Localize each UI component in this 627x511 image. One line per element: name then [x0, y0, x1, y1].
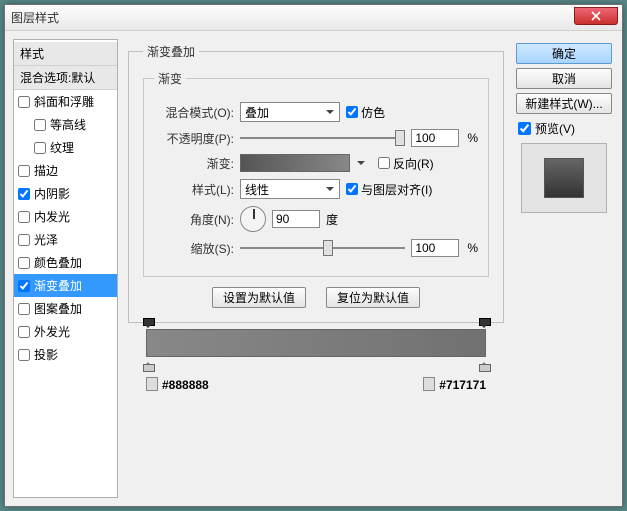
gradient-bar[interactable]	[146, 329, 486, 357]
new-style-button[interactable]: 新建样式(W)...	[516, 93, 612, 114]
sidebar-item-3[interactable]: 描边	[14, 159, 117, 182]
gradient-sub: 渐变	[154, 70, 186, 87]
sidebar-item-label: 外发光	[34, 323, 70, 340]
sidebar-item-4[interactable]: 内阴影	[14, 182, 117, 205]
scale-slider[interactable]	[240, 239, 405, 257]
panel-title: 渐变叠加	[143, 43, 199, 60]
actions-panel: 确定 取消 新建样式(W)... 预览(V)	[514, 39, 614, 498]
sidebar-item-label: 内阴影	[34, 185, 70, 202]
gradient-group: 渐变 混合模式(O): 叠加 仿色 不透明度(P): 100 % 渐变:	[143, 70, 489, 277]
options-panel: 渐变叠加 渐变 混合模式(O): 叠加 仿色 不透明度(P): 100 %	[118, 39, 514, 498]
sidebar-item-label: 渐变叠加	[34, 277, 82, 294]
preview-checkbox[interactable]: 预览(V)	[518, 120, 610, 137]
sidebar-item-label: 图案叠加	[34, 300, 82, 317]
blend-options-default[interactable]: 混合选项:默认	[14, 66, 117, 90]
scale-label: 缩放(S):	[154, 240, 234, 257]
opacity-stop-left[interactable]	[143, 318, 153, 328]
gradient-overlay-group: 渐变叠加 渐变 混合模式(O): 叠加 仿色 不透明度(P): 100 %	[128, 43, 504, 323]
align-checkbox[interactable]: 与图层对齐(I)	[346, 181, 432, 198]
sidebar-item-8[interactable]: 渐变叠加	[14, 274, 117, 297]
sidebar-item-2[interactable]: 纹理	[14, 136, 117, 159]
sidebar-item-label: 投影	[34, 346, 58, 363]
sidebar-item-11[interactable]: 投影	[14, 343, 117, 366]
style-select[interactable]: 线性	[240, 179, 340, 199]
sidebar-item-label: 等高线	[50, 116, 86, 133]
style-label: 样式(L):	[154, 181, 234, 198]
sidebar-item-label: 描边	[34, 162, 58, 179]
style-list: 样式 混合选项:默认 斜面和浮雕等高线纹理描边内阴影内发光光泽颜色叠加渐变叠加图…	[13, 39, 118, 498]
opacity-label: 不透明度(P):	[154, 130, 234, 147]
sidebar-item-0[interactable]: 斜面和浮雕	[14, 90, 117, 113]
preview-swatch	[544, 158, 584, 198]
cancel-button[interactable]: 取消	[516, 68, 612, 89]
angle-value[interactable]: 90	[272, 210, 320, 228]
opacity-slider[interactable]	[240, 129, 405, 147]
gradient-label: 渐变:	[154, 155, 234, 172]
blend-mode-label: 混合模式(O):	[154, 104, 234, 121]
layer-style-dialog: 图层样式 样式 混合选项:默认 斜面和浮雕等高线纹理描边内阴影内发光光泽颜色叠加…	[4, 4, 623, 507]
opacity-stop-right[interactable]	[479, 318, 489, 328]
style-list-header: 样式	[14, 42, 117, 66]
color-stop-right[interactable]	[479, 358, 489, 370]
preview-box	[521, 143, 607, 213]
reset-default-button[interactable]: 复位为默认值	[326, 287, 420, 308]
sidebar-item-1[interactable]: 等高线	[14, 113, 117, 136]
close-button[interactable]	[574, 7, 618, 25]
hex-right: #717171	[423, 377, 486, 392]
sidebar-item-5[interactable]: 内发光	[14, 205, 117, 228]
sidebar-item-9[interactable]: 图案叠加	[14, 297, 117, 320]
angle-label: 角度(N):	[154, 211, 234, 228]
sidebar-item-label: 纹理	[50, 139, 74, 156]
sidebar-item-6[interactable]: 光泽	[14, 228, 117, 251]
sidebar-item-10[interactable]: 外发光	[14, 320, 117, 343]
gradient-picker[interactable]	[240, 154, 350, 172]
hex-left: #888888	[146, 377, 209, 392]
sidebar-item-label: 斜面和浮雕	[34, 93, 94, 110]
sidebar-item-label: 光泽	[34, 231, 58, 248]
blend-mode-select[interactable]: 叠加	[240, 102, 340, 122]
dither-checkbox[interactable]: 仿色	[346, 104, 385, 121]
color-stop-left[interactable]	[143, 358, 153, 370]
angle-dial[interactable]	[240, 206, 266, 232]
scale-value[interactable]: 100	[411, 239, 459, 257]
dialog-title: 图层样式	[11, 9, 59, 26]
titlebar: 图层样式	[5, 5, 622, 31]
sidebar-item-label: 颜色叠加	[34, 254, 82, 271]
reverse-checkbox[interactable]: 反向(R)	[378, 155, 434, 172]
make-default-button[interactable]: 设置为默认值	[212, 287, 306, 308]
opacity-value[interactable]: 100	[411, 129, 459, 147]
gradient-editor: #888888 #717171	[146, 329, 486, 392]
ok-button[interactable]: 确定	[516, 43, 612, 64]
sidebar-item-7[interactable]: 颜色叠加	[14, 251, 117, 274]
close-icon	[591, 11, 601, 21]
sidebar-item-label: 内发光	[34, 208, 70, 225]
